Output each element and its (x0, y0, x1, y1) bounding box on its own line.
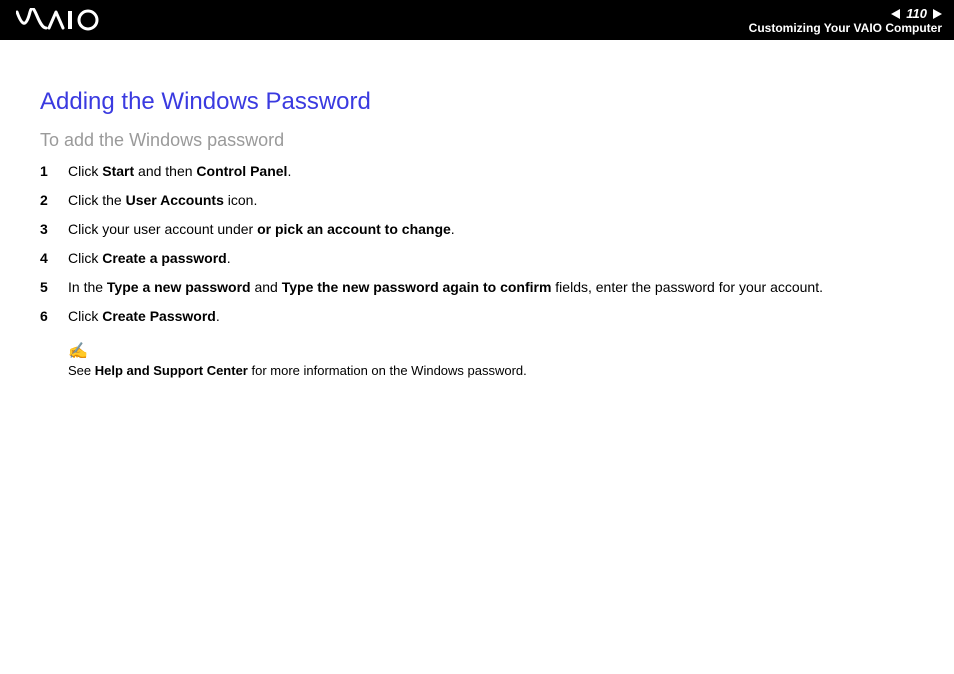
step-text: Click Create Password. (68, 306, 918, 327)
steps-list: 1 Click Start and then Control Panel. 2 Cli… (40, 161, 918, 327)
note-text: See Help and Support Center for more inf… (68, 363, 527, 378)
step-text: Click Create a password. (68, 248, 918, 269)
section-title: Customizing Your VAIO Computer (749, 22, 942, 35)
step-item: 6 Click Create Password. (40, 306, 918, 327)
step-text: Click Start and then Control Panel. (68, 161, 918, 182)
step-text: Click your user account under or pick an… (68, 219, 918, 240)
step-item: 3 Click your user account under or pick a… (40, 219, 918, 240)
header-right: 110 Customizing Your VAIO Computer (749, 5, 942, 35)
step-number: 1 (40, 161, 52, 182)
step-number: 4 (40, 248, 52, 269)
prev-page-icon[interactable] (891, 9, 900, 19)
header-bar: 110 Customizing Your VAIO Computer (0, 0, 954, 40)
note-block: ✍ See Help and Support Center for more i… (68, 341, 918, 378)
step-number: 6 (40, 306, 52, 327)
step-item: 4 Click Create a password. (40, 248, 918, 269)
page-number: 110 (906, 7, 927, 21)
page-content: Adding the Windows Password To add the W… (0, 40, 954, 378)
note-icon: ✍ (68, 341, 918, 361)
step-item: 1 Click Start and then Control Panel. (40, 161, 918, 182)
page-subtitle: To add the Windows password (40, 130, 918, 151)
step-number: 3 (40, 219, 52, 240)
step-text: Click the User Accounts icon. (68, 190, 918, 211)
vaio-logo (16, 0, 126, 40)
next-page-icon[interactable] (933, 9, 942, 19)
step-number: 5 (40, 277, 52, 298)
step-text: In the Type a new password and Type the … (68, 277, 918, 298)
page-nav: 110 (891, 7, 942, 21)
page-title: Adding the Windows Password (40, 88, 918, 116)
step-item: 2 Click the User Accounts icon. (40, 190, 918, 211)
step-item: 5 In the Type a new password and Type the… (40, 277, 918, 298)
step-number: 2 (40, 190, 52, 211)
